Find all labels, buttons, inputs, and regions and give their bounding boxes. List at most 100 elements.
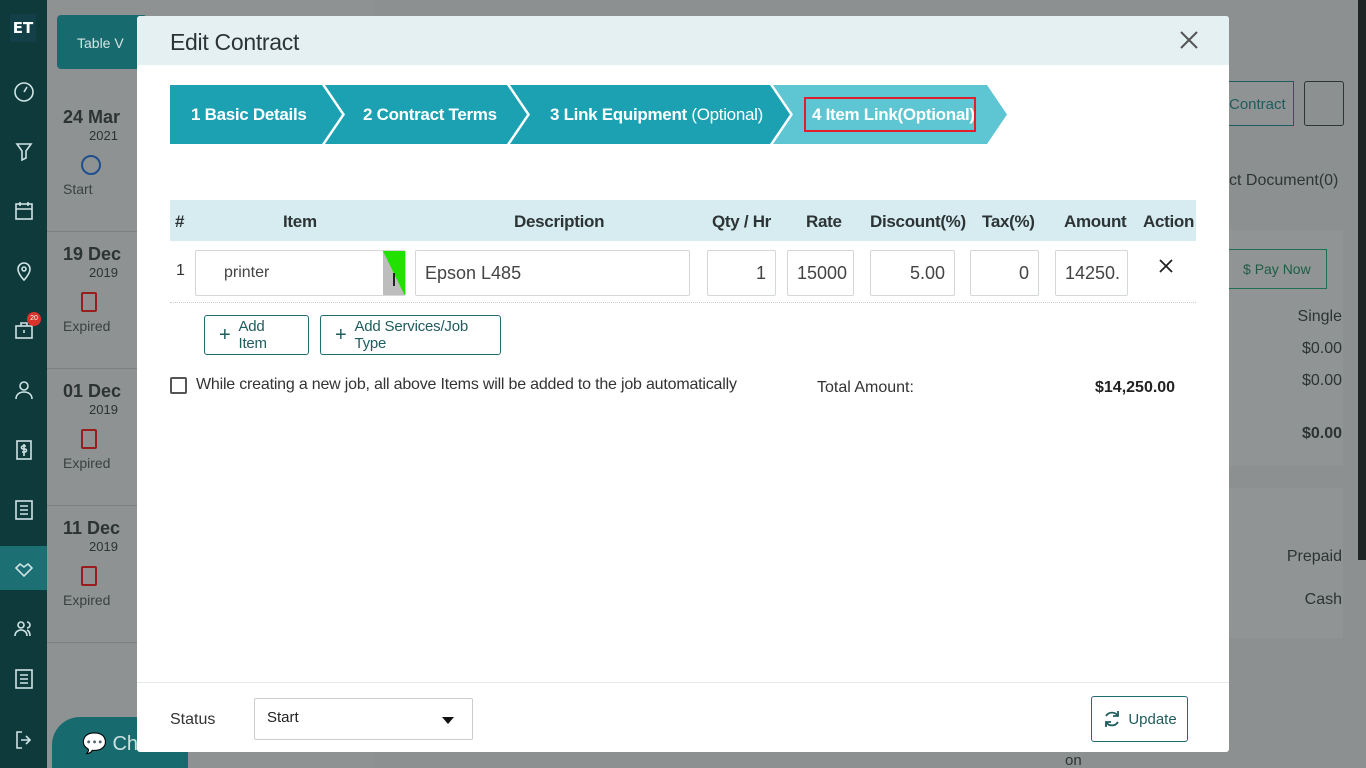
update-button[interactable]: Update (1091, 696, 1188, 742)
list-item-year: 2021 (89, 128, 118, 143)
list-item-year: 2019 (89, 539, 118, 554)
discount-input[interactable]: 5.00 (870, 250, 955, 296)
background-right-panel: Contract ct Document(0) $ Pay Now Single… (1229, 0, 1366, 768)
nav-user-icon[interactable] (0, 368, 47, 412)
modal-footer: Status Start Update (137, 682, 1229, 752)
list-item-year: 2019 (89, 402, 118, 417)
list-item-day: 01 Dec (63, 381, 122, 401)
nav-logout-icon[interactable] (0, 718, 47, 762)
table-row: 1 printer Epson L485 1 15000 5.00 0 1425… (170, 242, 1196, 303)
col-action: Action (1143, 212, 1195, 231)
table-view-button[interactable]: Table V (57, 15, 147, 69)
list-item-day: 24 Mar (63, 107, 121, 127)
modal-header: Edit Contract (137, 16, 1229, 65)
remove-row-icon[interactable] (1158, 258, 1174, 274)
plus-icon: + (219, 324, 231, 346)
nav-users-icon[interactable] (0, 607, 47, 651)
modal-title: Edit Contract (170, 29, 300, 55)
refresh-icon (1105, 711, 1120, 727)
app-logo[interactable]: ET (10, 14, 36, 42)
chevron-down-icon (442, 717, 454, 724)
nav-briefcase-icon[interactable]: 20 (0, 308, 47, 352)
auto-add-checkbox[interactable] (170, 377, 187, 394)
nav-map-pin-icon[interactable] (0, 249, 47, 293)
scrollbar[interactable] (1358, 0, 1366, 560)
list-item-year: 2019 (89, 265, 118, 280)
col-item: Item (283, 212, 317, 231)
summary-total: $0.00 (1301, 425, 1342, 442)
item-input[interactable]: printer (195, 250, 406, 296)
qty-input[interactable]: 1 (707, 250, 776, 296)
payment-method: Cash (1304, 591, 1342, 608)
item-flag-icon[interactable] (383, 251, 405, 296)
document-tab[interactable]: ct Document(0) (1229, 172, 1338, 190)
status-label: Status (170, 711, 216, 728)
list-item-status: Expired (63, 455, 111, 471)
pay-now-label: Pay Now (1254, 261, 1311, 277)
edit-contract-modal: Edit Contract 1 Basic Details 2 Contract… (137, 16, 1229, 752)
delete-trash-icon[interactable] (1304, 81, 1344, 126)
col-description: Description (514, 212, 605, 231)
item-value: printer (224, 264, 270, 281)
items-table-header: # Item Description Qty / Hr Rate Discoun… (170, 200, 1196, 241)
description-input[interactable]: Epson L485 (415, 250, 690, 296)
col-number: # (175, 212, 185, 231)
status-select[interactable]: Start (254, 698, 473, 740)
col-rate: Rate (806, 212, 842, 231)
pay-now-button[interactable]: $ Pay Now (1229, 249, 1327, 289)
col-tax: Tax(%) (982, 212, 1035, 231)
background-text: on (1065, 752, 1082, 768)
chat-label: Ch (112, 733, 139, 755)
nav-calendar-icon[interactable] (0, 189, 47, 233)
list-item-status: Expired (63, 592, 111, 608)
list-item[interactable]: 24 Mar 2021 Start (47, 95, 147, 232)
step-wizard: 1 Basic Details 2 Contract Terms 3 Link … (170, 85, 1010, 144)
list-item-day: 11 Dec (63, 518, 121, 538)
step-contract-terms[interactable]: 2 Contract Terms (363, 105, 497, 125)
expired-document-icon (81, 566, 97, 586)
list-item[interactable]: 01 Dec 2019 Expired (47, 369, 147, 506)
chat-icon: 💬 (82, 733, 107, 755)
dollar-icon: $ (1243, 261, 1251, 277)
total-amount-label: Total Amount: (817, 379, 914, 396)
summary-value: Single (1297, 308, 1342, 325)
expired-document-icon (81, 292, 97, 312)
rate-input[interactable]: 15000 (787, 250, 854, 296)
col-amount: Amount (1064, 212, 1127, 231)
plus-icon: + (335, 324, 347, 346)
contract-button[interactable]: Contract (1229, 81, 1294, 126)
list-item[interactable]: 11 Dec 2019 Expired (47, 506, 147, 643)
tax-input[interactable]: 0 (970, 250, 1039, 296)
row-number: 1 (176, 262, 185, 279)
add-services-button[interactable]: + Add Services/Job Type (320, 315, 501, 355)
col-qty: Qty / Hr (712, 212, 772, 231)
nav-settings-sliders-icon[interactable] (0, 657, 47, 701)
step-link-equipment[interactable]: 3 Link Equipment (Optional) (550, 105, 763, 125)
col-discount: Discount(%) (870, 212, 966, 231)
nav-list-icon[interactable] (0, 488, 47, 532)
add-item-button[interactable]: + Add Item (204, 315, 309, 355)
summary-value: $0.00 (1301, 372, 1342, 389)
summary-value: $0.00 (1301, 340, 1342, 357)
step-basic-details[interactable]: 1 Basic Details (191, 105, 307, 125)
active-step-highlight (804, 97, 976, 132)
total-amount-value: $14,250.00 (1095, 379, 1176, 396)
payment-type: Prepaid (1286, 548, 1342, 565)
expired-document-icon (81, 429, 97, 449)
nav-handshake-icon[interactable] (0, 546, 47, 590)
nav-rail: ET 20 (0, 0, 47, 768)
list-item-status: Start (63, 181, 93, 197)
list-item-status: Expired (63, 318, 111, 334)
list-item-day: 19 Dec (63, 244, 122, 264)
nav-funnel-icon[interactable] (0, 130, 47, 174)
nav-dashboard-icon[interactable] (0, 70, 47, 114)
close-icon[interactable] (1179, 30, 1199, 50)
notification-badge: 20 (27, 312, 41, 326)
amount-input[interactable]: 14250. (1055, 250, 1128, 296)
status-value: Start (267, 709, 299, 726)
start-status-icon (81, 155, 101, 175)
list-item[interactable]: 19 Dec 2019 Expired (47, 232, 147, 369)
nav-dollar-icon[interactable] (0, 428, 47, 472)
auto-add-label: While creating a new job, all above Item… (196, 376, 737, 393)
contract-list: 24 Mar 2021 Start 19 Dec 2019 Expired 01… (47, 95, 147, 643)
